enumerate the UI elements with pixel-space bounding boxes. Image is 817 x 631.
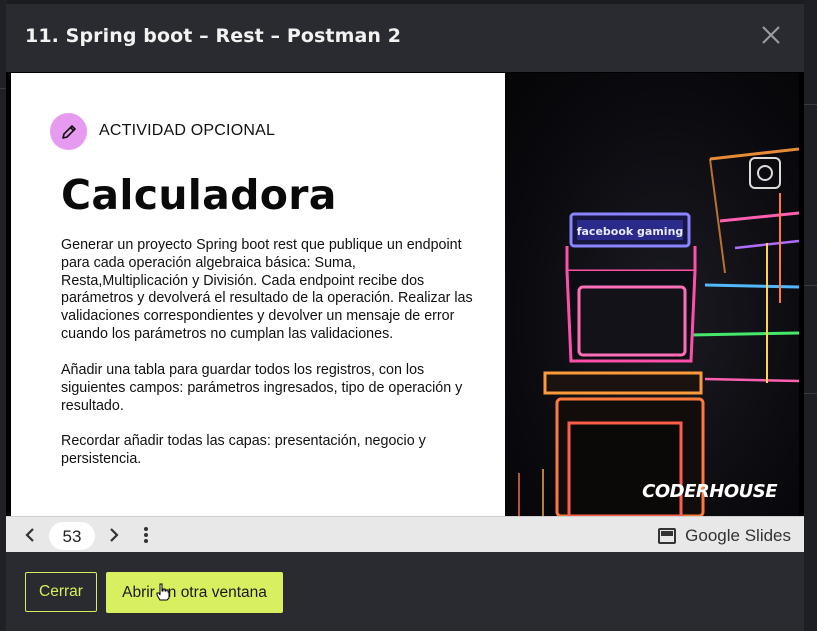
slide-paragraph: Añadir una tabla para guardar todos los … [61, 362, 463, 414]
background-divider [804, 393, 817, 394]
modal-title: 11. Spring boot – Rest – Postman 2 [25, 25, 402, 47]
slide-paragraph: Generar un proyecto Spring boot rest que… [61, 237, 473, 342]
hand-cursor-icon [156, 583, 170, 601]
video-modal: 11. Spring boot – Rest – Postman 2 ACTIV… [6, 4, 804, 631]
pencil-icon [50, 113, 87, 150]
cerrar-button[interactable]: Cerrar [25, 572, 97, 612]
marquee-text: facebook gaming [577, 225, 684, 238]
slide-paragraph: Recordar añadir todas las capas: present… [61, 433, 426, 467]
brand-logo: CODERHOUSE [642, 481, 777, 502]
slide-content: ACTIVIDAD OPCIONAL Calculadora Generar u… [11, 73, 505, 516]
slide-title: Calculadora [61, 171, 337, 219]
slide: ACTIVIDAD OPCIONAL Calculadora Generar u… [11, 73, 799, 516]
open-new-window-button[interactable]: Abrir en otra ventana [106, 572, 283, 613]
more-vertical-icon[interactable] [136, 525, 156, 545]
close-icon[interactable] [760, 24, 782, 46]
slides-icon [658, 528, 677, 544]
activity-label: ACTIVIDAD OPCIONAL [99, 122, 276, 139]
arcade-image: facebook gaming CODERHOUSE [505, 73, 799, 516]
slides-toolbar: 53 Google Slides [6, 516, 804, 552]
background-divider [804, 285, 817, 286]
modal-header: 11. Spring boot – Rest – Postman 2 [6, 4, 804, 72]
background-right-strip [804, 0, 817, 631]
modal-footer: Cerrar Abrir en otra ventana [6, 552, 804, 631]
slides-embed: ACTIVIDAD OPCIONAL Calculadora Generar u… [6, 72, 804, 552]
google-slides-link[interactable]: Google Slides [658, 526, 791, 546]
background-divider [804, 104, 817, 105]
chevron-left-icon[interactable] [20, 525, 40, 545]
chevron-right-icon[interactable] [104, 525, 124, 545]
google-slides-label: Google Slides [685, 526, 791, 545]
page-number[interactable]: 53 [49, 522, 95, 550]
